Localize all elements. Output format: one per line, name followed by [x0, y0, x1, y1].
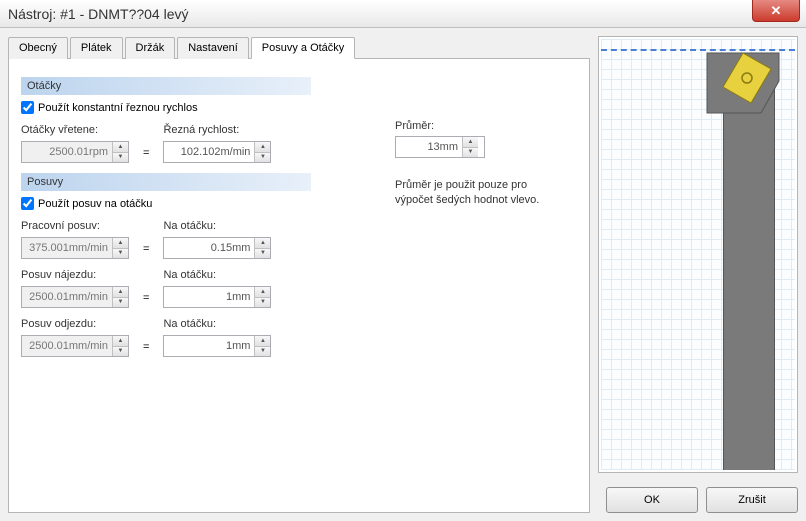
spin-up-icon[interactable]: ▲: [463, 137, 478, 148]
tab-panel: Otáčky Použít konstantní řeznou rychlos …: [8, 59, 590, 513]
window-title: Nástroj: #1 - DNMT??04 levý: [4, 6, 189, 22]
spin-up-icon[interactable]: ▲: [113, 142, 128, 153]
retract-feed-input[interactable]: [22, 336, 112, 356]
use-constant-speed-checkbox[interactable]: [21, 101, 34, 114]
retract-per-rev-label: Na otáčku:: [163, 318, 271, 330]
tab-feeds-speeds[interactable]: Posuvy a Otáčky: [251, 37, 356, 59]
tool-preview: [598, 36, 798, 473]
titlebar: Nástroj: #1 - DNMT??04 levý ✕: [0, 0, 806, 28]
approach-per-rev-spinner[interactable]: ▲▼: [163, 286, 271, 308]
cancel-button[interactable]: Zrušit: [706, 487, 798, 513]
section-spindle-header: Otáčky: [21, 77, 311, 95]
use-constant-speed-row[interactable]: Použít konstantní řeznou rychlos: [21, 101, 577, 114]
cutting-speed-spinner[interactable]: ▲▼: [163, 141, 271, 163]
ok-button[interactable]: OK: [606, 487, 698, 513]
spin-down-icon[interactable]: ▼: [113, 153, 128, 163]
approach-per-rev-label: Na otáčku:: [163, 269, 271, 281]
diameter-spinner[interactable]: ▲▼: [395, 136, 485, 158]
cutting-speed-input[interactable]: [164, 142, 254, 162]
tab-insert[interactable]: Plátek: [70, 37, 123, 59]
approach-feed-input[interactable]: [22, 287, 112, 307]
tab-general[interactable]: Obecný: [8, 37, 68, 59]
spin-down-icon[interactable]: ▼: [463, 148, 478, 158]
work-feed-label: Pracovní posuv:: [21, 220, 129, 232]
work-per-rev-spinner[interactable]: ▲▼: [163, 237, 271, 259]
section-feeds-header: Posuvy: [21, 173, 311, 191]
left-panel: Obecný Plátek Držák Nastavení Posuvy a O…: [8, 36, 590, 513]
retract-feed-row: Posuv odjezdu: ▲▼ = Na otáčku: ▲▼: [21, 318, 577, 357]
spin-down-icon[interactable]: ▼: [255, 347, 270, 357]
equals-sign: =: [137, 147, 155, 159]
spin-up-icon[interactable]: ▲: [255, 142, 270, 153]
tab-settings[interactable]: Nastavení: [177, 37, 249, 59]
rpm-spinner[interactable]: ▲▼: [21, 141, 129, 163]
dialog-footer: OK Zrušit: [598, 481, 798, 513]
tab-holder[interactable]: Držák: [125, 37, 176, 59]
work-feed-input[interactable]: [22, 238, 112, 258]
diameter-block: Průměr: ▲▼ Průměr je použit pouze pro vý…: [395, 120, 565, 209]
diameter-input[interactable]: [396, 137, 462, 157]
work-feed-spinner[interactable]: ▲▼: [21, 237, 129, 259]
right-column: OK Zrušit: [598, 36, 798, 513]
diameter-label: Průměr:: [395, 120, 565, 132]
approach-feed-label: Posuv nájezdu:: [21, 269, 129, 281]
work-per-rev-input[interactable]: [164, 238, 254, 258]
use-per-rev-label: Použít posuv na otáčku: [38, 198, 152, 210]
spin-up-icon[interactable]: ▲: [255, 238, 270, 249]
cutting-speed-label: Řezná rychlost:: [163, 124, 271, 136]
preview-canvas: [601, 39, 795, 470]
dialog-window: Nástroj: #1 - DNMT??04 levý ✕ Obecný Plá…: [0, 0, 806, 521]
use-constant-speed-label: Použít konstantní řeznou rychlos: [38, 102, 198, 114]
spin-down-icon[interactable]: ▼: [113, 347, 128, 357]
spin-up-icon[interactable]: ▲: [113, 238, 128, 249]
equals-sign: =: [137, 292, 155, 304]
tab-strip: Obecný Plátek Držák Nastavení Posuvy a O…: [8, 36, 590, 59]
retract-feed-spinner[interactable]: ▲▼: [21, 335, 129, 357]
diameter-note: Průměr je použit pouze pro výpočet šedýc…: [395, 178, 565, 209]
approach-feed-row: Posuv nájezdu: ▲▼ = Na otáčku: ▲▼: [21, 269, 577, 308]
equals-sign: =: [137, 341, 155, 353]
spin-up-icon[interactable]: ▲: [255, 336, 270, 347]
rpm-label: Otáčky vřetene:: [21, 124, 129, 136]
content-area: Obecný Plátek Držák Nastavení Posuvy a O…: [0, 28, 806, 521]
close-icon: ✕: [771, 3, 782, 19]
use-per-rev-checkbox[interactable]: [21, 197, 34, 210]
approach-feed-spinner[interactable]: ▲▼: [21, 286, 129, 308]
work-per-rev-label: Na otáčku:: [163, 220, 271, 232]
spin-down-icon[interactable]: ▼: [113, 298, 128, 308]
retract-feed-label: Posuv odjezdu:: [21, 318, 129, 330]
approach-per-rev-input[interactable]: [164, 287, 254, 307]
spin-up-icon[interactable]: ▲: [113, 287, 128, 298]
tool-head-shape: [699, 51, 789, 131]
retract-per-rev-spinner[interactable]: ▲▼: [163, 335, 271, 357]
close-button[interactable]: ✕: [752, 0, 800, 22]
spin-down-icon[interactable]: ▼: [255, 153, 270, 163]
retract-per-rev-input[interactable]: [164, 336, 254, 356]
spin-down-icon[interactable]: ▼: [255, 249, 270, 259]
equals-sign: =: [137, 243, 155, 255]
rpm-input[interactable]: [22, 142, 112, 162]
spin-up-icon[interactable]: ▲: [255, 287, 270, 298]
spin-down-icon[interactable]: ▼: [113, 249, 128, 259]
spin-up-icon[interactable]: ▲: [113, 336, 128, 347]
work-feed-row: Pracovní posuv: ▲▼ = Na otáčku: ▲▼: [21, 220, 577, 259]
spin-down-icon[interactable]: ▼: [255, 298, 270, 308]
tool-head-icon: [699, 51, 789, 131]
